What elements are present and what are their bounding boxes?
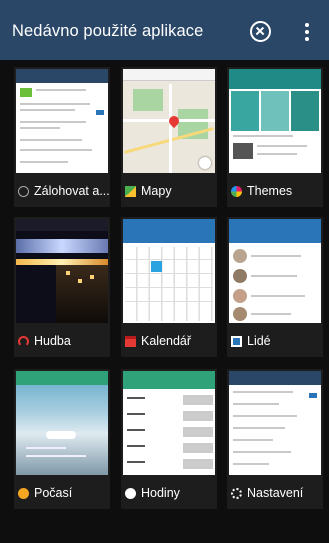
- app-label: Hodiny: [125, 485, 180, 501]
- clock-icon: [125, 487, 136, 499]
- close-all-icon[interactable]: [250, 21, 271, 42]
- app-label: Zálohovat a...: [18, 183, 110, 199]
- recent-app-themes[interactable]: Themes: [227, 67, 323, 207]
- app-label: Lidé: [231, 333, 271, 349]
- headphones-icon: [18, 335, 29, 347]
- recent-app-music[interactable]: Hudba: [14, 217, 110, 357]
- app-thumbnail: [16, 371, 108, 475]
- app-thumbnail: [16, 219, 108, 323]
- app-thumbnail: [229, 219, 321, 323]
- app-thumbnail: [123, 219, 215, 323]
- contacts-icon: [231, 335, 242, 347]
- weather-icon: [18, 487, 29, 499]
- app-label: Kalendář: [125, 333, 191, 349]
- themes-icon: [231, 185, 242, 197]
- calendar-icon: [125, 335, 136, 347]
- recent-app-settings[interactable]: Nastavení: [227, 369, 323, 509]
- recent-app-weather[interactable]: Počasí: [14, 369, 110, 509]
- app-thumbnail: [123, 371, 215, 475]
- app-label: Počasí: [18, 485, 72, 501]
- page-title: Nedávno použité aplikace: [12, 22, 204, 40]
- gear-icon: [231, 487, 242, 499]
- app-label: Nastavení: [231, 485, 303, 501]
- app-thumbnail: [229, 371, 321, 475]
- app-label: Mapy: [125, 183, 172, 199]
- top-bar: Nedávno použité aplikace: [0, 0, 329, 60]
- recent-app-clock[interactable]: Hodiny: [121, 369, 217, 509]
- recent-app-contacts[interactable]: Lidé: [227, 217, 323, 357]
- app-thumbnail: [123, 69, 215, 173]
- recent-app-maps[interactable]: Mapy: [121, 67, 217, 207]
- app-label: Themes: [231, 183, 292, 199]
- recent-app-calendar[interactable]: Kalendář: [121, 217, 217, 357]
- app-thumbnail: [16, 69, 108, 173]
- recent-app-backup[interactable]: Zálohovat a...: [14, 67, 110, 207]
- app-thumbnail: [229, 69, 321, 173]
- backup-icon: [18, 185, 29, 197]
- maps-icon: [125, 185, 136, 197]
- app-label: Hudba: [18, 333, 71, 349]
- overflow-menu-icon[interactable]: [301, 23, 313, 43]
